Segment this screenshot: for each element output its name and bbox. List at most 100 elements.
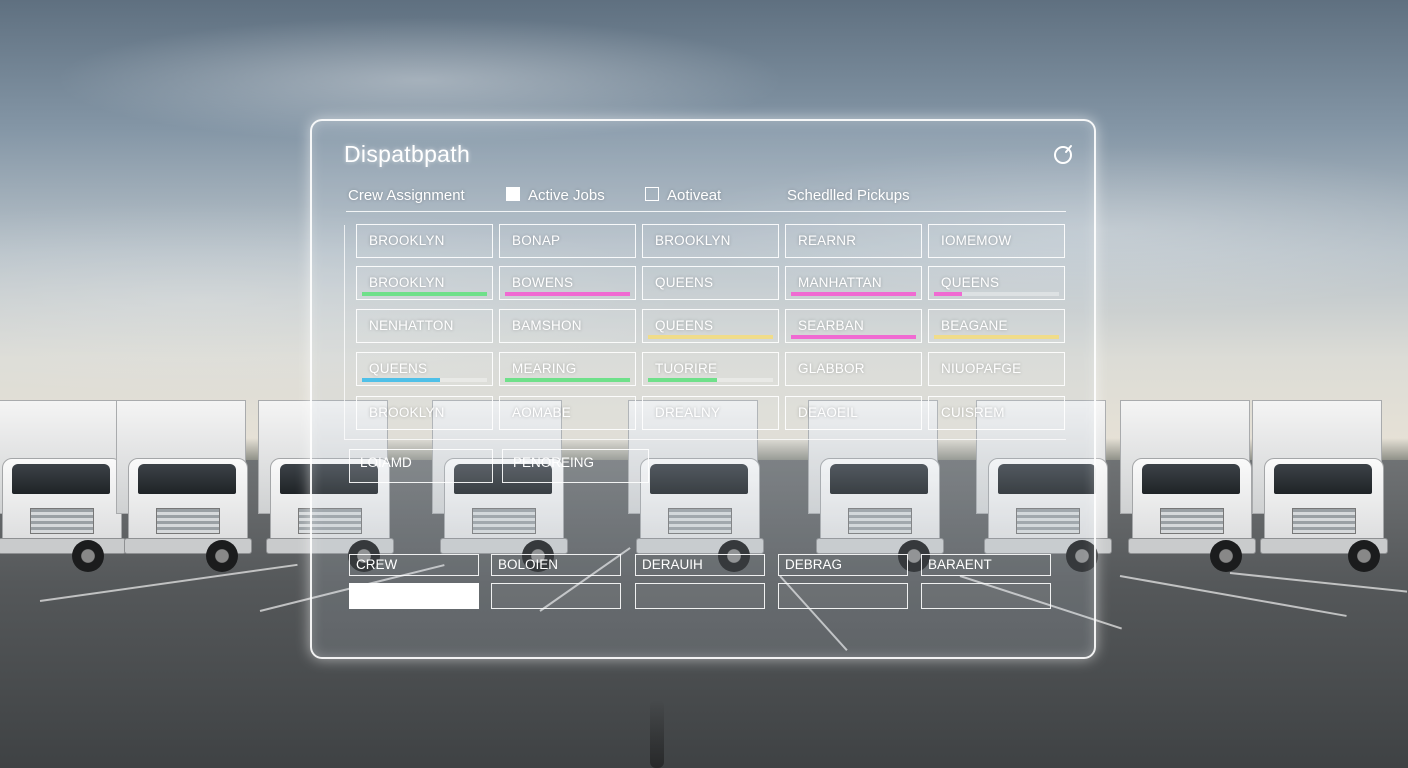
tab-label: Aotiveat xyxy=(667,187,722,204)
column-header[interactable]: CREW xyxy=(349,554,479,576)
grid-cell-label: BEAGANE xyxy=(941,318,1008,333)
close-icon[interactable] xyxy=(1052,143,1074,165)
progress-bar-fill xyxy=(648,378,717,382)
truck xyxy=(116,400,266,575)
progress-bar xyxy=(791,292,916,296)
column-header[interactable]: BOLOIEN xyxy=(491,554,621,576)
grid-cell-label: BONAP xyxy=(512,233,561,248)
checkbox-unchecked[interactable] xyxy=(645,187,659,201)
column-header-label: CREW xyxy=(356,557,398,572)
progress-bar-fill xyxy=(362,292,487,296)
grid-cell-label: MEARING xyxy=(512,361,577,376)
grid-cell-label: QUEENS xyxy=(369,361,428,376)
grid-cell[interactable]: QUEENS xyxy=(642,266,779,300)
progress-bar-fill xyxy=(505,292,630,296)
grid-cell[interactable]: TUORIRE xyxy=(642,352,779,386)
grid-cell[interactable]: QUEENS xyxy=(928,266,1065,300)
tab-label: Active Jobs xyxy=(528,187,605,204)
tab-crew-assignment[interactable]: Crew Assignment xyxy=(348,187,465,204)
progress-bar-fill xyxy=(934,335,1059,339)
column-header[interactable]: DEBRAG xyxy=(778,554,908,576)
column-header[interactable]: DERAUIH xyxy=(635,554,765,576)
grid-cell[interactable]: DEAOEIL xyxy=(785,396,922,430)
entry-input[interactable] xyxy=(349,583,479,609)
grid-cell-label: NENHATTON xyxy=(369,318,454,333)
grid-cell-label: CUISREM xyxy=(941,405,1005,420)
grid-cell-label: NIUOPAFGE xyxy=(941,361,1022,376)
location-field[interactable]: LOIAMD xyxy=(349,449,493,483)
entry-input[interactable] xyxy=(921,583,1051,609)
progress-bar xyxy=(934,335,1059,339)
tab-label: Schedlled Pickups xyxy=(787,187,910,204)
progress-bar-fill xyxy=(791,292,916,296)
grid-cell[interactable]: IOMEMOW xyxy=(928,224,1065,258)
progress-bar xyxy=(791,335,916,339)
grid-cell-label: REARNR xyxy=(798,233,857,248)
grid-cell[interactable]: DREALNY xyxy=(642,396,779,430)
grid-cell[interactable]: BROOKLYN xyxy=(356,266,493,300)
column-header-label: BOLOIEN xyxy=(498,557,559,572)
truck xyxy=(1120,400,1270,575)
grid-cell[interactable]: BAMSHON xyxy=(499,309,636,343)
tab-divider xyxy=(346,211,1066,212)
grid-cell[interactable]: GLABBOR xyxy=(785,352,922,386)
grid-cell-label: BROOKLYN xyxy=(369,233,445,248)
grid-cell[interactable]: BROOKLYN xyxy=(356,396,493,430)
tab-label: Crew Assignment xyxy=(348,187,465,204)
grid-cell[interactable]: AOMABE xyxy=(499,396,636,430)
grid-cell[interactable]: BOWENS xyxy=(499,266,636,300)
grid-cell[interactable]: BROOKLYN xyxy=(356,224,493,258)
grid-cell-label: BROOKLYN xyxy=(655,233,731,248)
entry-input[interactable] xyxy=(778,583,908,609)
progress-bar xyxy=(362,292,487,296)
grid-cell[interactable]: SEARBAN xyxy=(785,309,922,343)
progress-bar xyxy=(362,378,487,382)
grid-cell[interactable]: MEARING xyxy=(499,352,636,386)
pavement-crack xyxy=(650,700,664,768)
field-label: LOIAMD xyxy=(360,455,412,470)
grid-cell-label: SEARBAN xyxy=(798,318,864,333)
grid-cell[interactable]: BROOKLYN xyxy=(642,224,779,258)
grid-cell-label: TUORIRE xyxy=(655,361,718,376)
grid-cell-label: BROOKLYN xyxy=(369,405,445,420)
grid-cell[interactable]: NIUOPAFGE xyxy=(928,352,1065,386)
grid-cell[interactable]: QUEENS xyxy=(356,352,493,386)
entry-input[interactable] xyxy=(635,583,765,609)
progress-bar-fill xyxy=(505,378,630,382)
tab-scheduled-pickups[interactable]: Schedlled Pickups xyxy=(787,187,910,204)
grid-cell[interactable]: REARNR xyxy=(785,224,922,258)
grid-cell-label: DEAOEIL xyxy=(798,405,858,420)
grid-cell[interactable]: QUEENS xyxy=(642,309,779,343)
checkbox-checked[interactable] xyxy=(506,187,520,201)
column-header[interactable]: BARAENT xyxy=(921,554,1051,576)
progress-bar xyxy=(934,292,1059,296)
progress-bar-fill xyxy=(791,335,916,339)
grid-cell-label: GLABBOR xyxy=(798,361,865,376)
grid-cell-label: QUEENS xyxy=(655,318,714,333)
grid-cell[interactable]: BEAGANE xyxy=(928,309,1065,343)
grid-cell[interactable]: NENHATTON xyxy=(356,309,493,343)
progress-bar xyxy=(505,292,630,296)
grid-cell-label: MANHATTAN xyxy=(798,275,882,290)
grid-cell-label: BOWENS xyxy=(512,275,574,290)
grid-cell-label: QUEENS xyxy=(655,275,714,290)
tab-aotiveat[interactable]: Aotiveat xyxy=(645,187,721,204)
progress-bar-fill xyxy=(934,292,962,296)
field-label: PENOREING xyxy=(513,455,595,470)
column-header-label: DEBRAG xyxy=(785,557,843,572)
progress-bar xyxy=(648,378,773,382)
entry-input[interactable] xyxy=(491,583,621,609)
grid-cell[interactable]: MANHATTAN xyxy=(785,266,922,300)
grid-cell-label: IOMEMOW xyxy=(941,233,1012,248)
grid-rule xyxy=(344,439,1066,440)
app-title: Dispatbpath xyxy=(344,141,471,167)
progress-bar xyxy=(505,378,630,382)
grid-cell-label: QUEENS xyxy=(941,275,1000,290)
column-header-label: BARAENT xyxy=(928,557,992,572)
lot-line xyxy=(1229,572,1408,593)
tab-active-jobs[interactable]: Active Jobs xyxy=(506,187,605,204)
grid-cell[interactable]: CUISREM xyxy=(928,396,1065,430)
grid-cell[interactable]: BONAP xyxy=(499,224,636,258)
pending-field[interactable]: PENOREING xyxy=(502,449,649,483)
progress-bar-fill xyxy=(648,335,773,339)
